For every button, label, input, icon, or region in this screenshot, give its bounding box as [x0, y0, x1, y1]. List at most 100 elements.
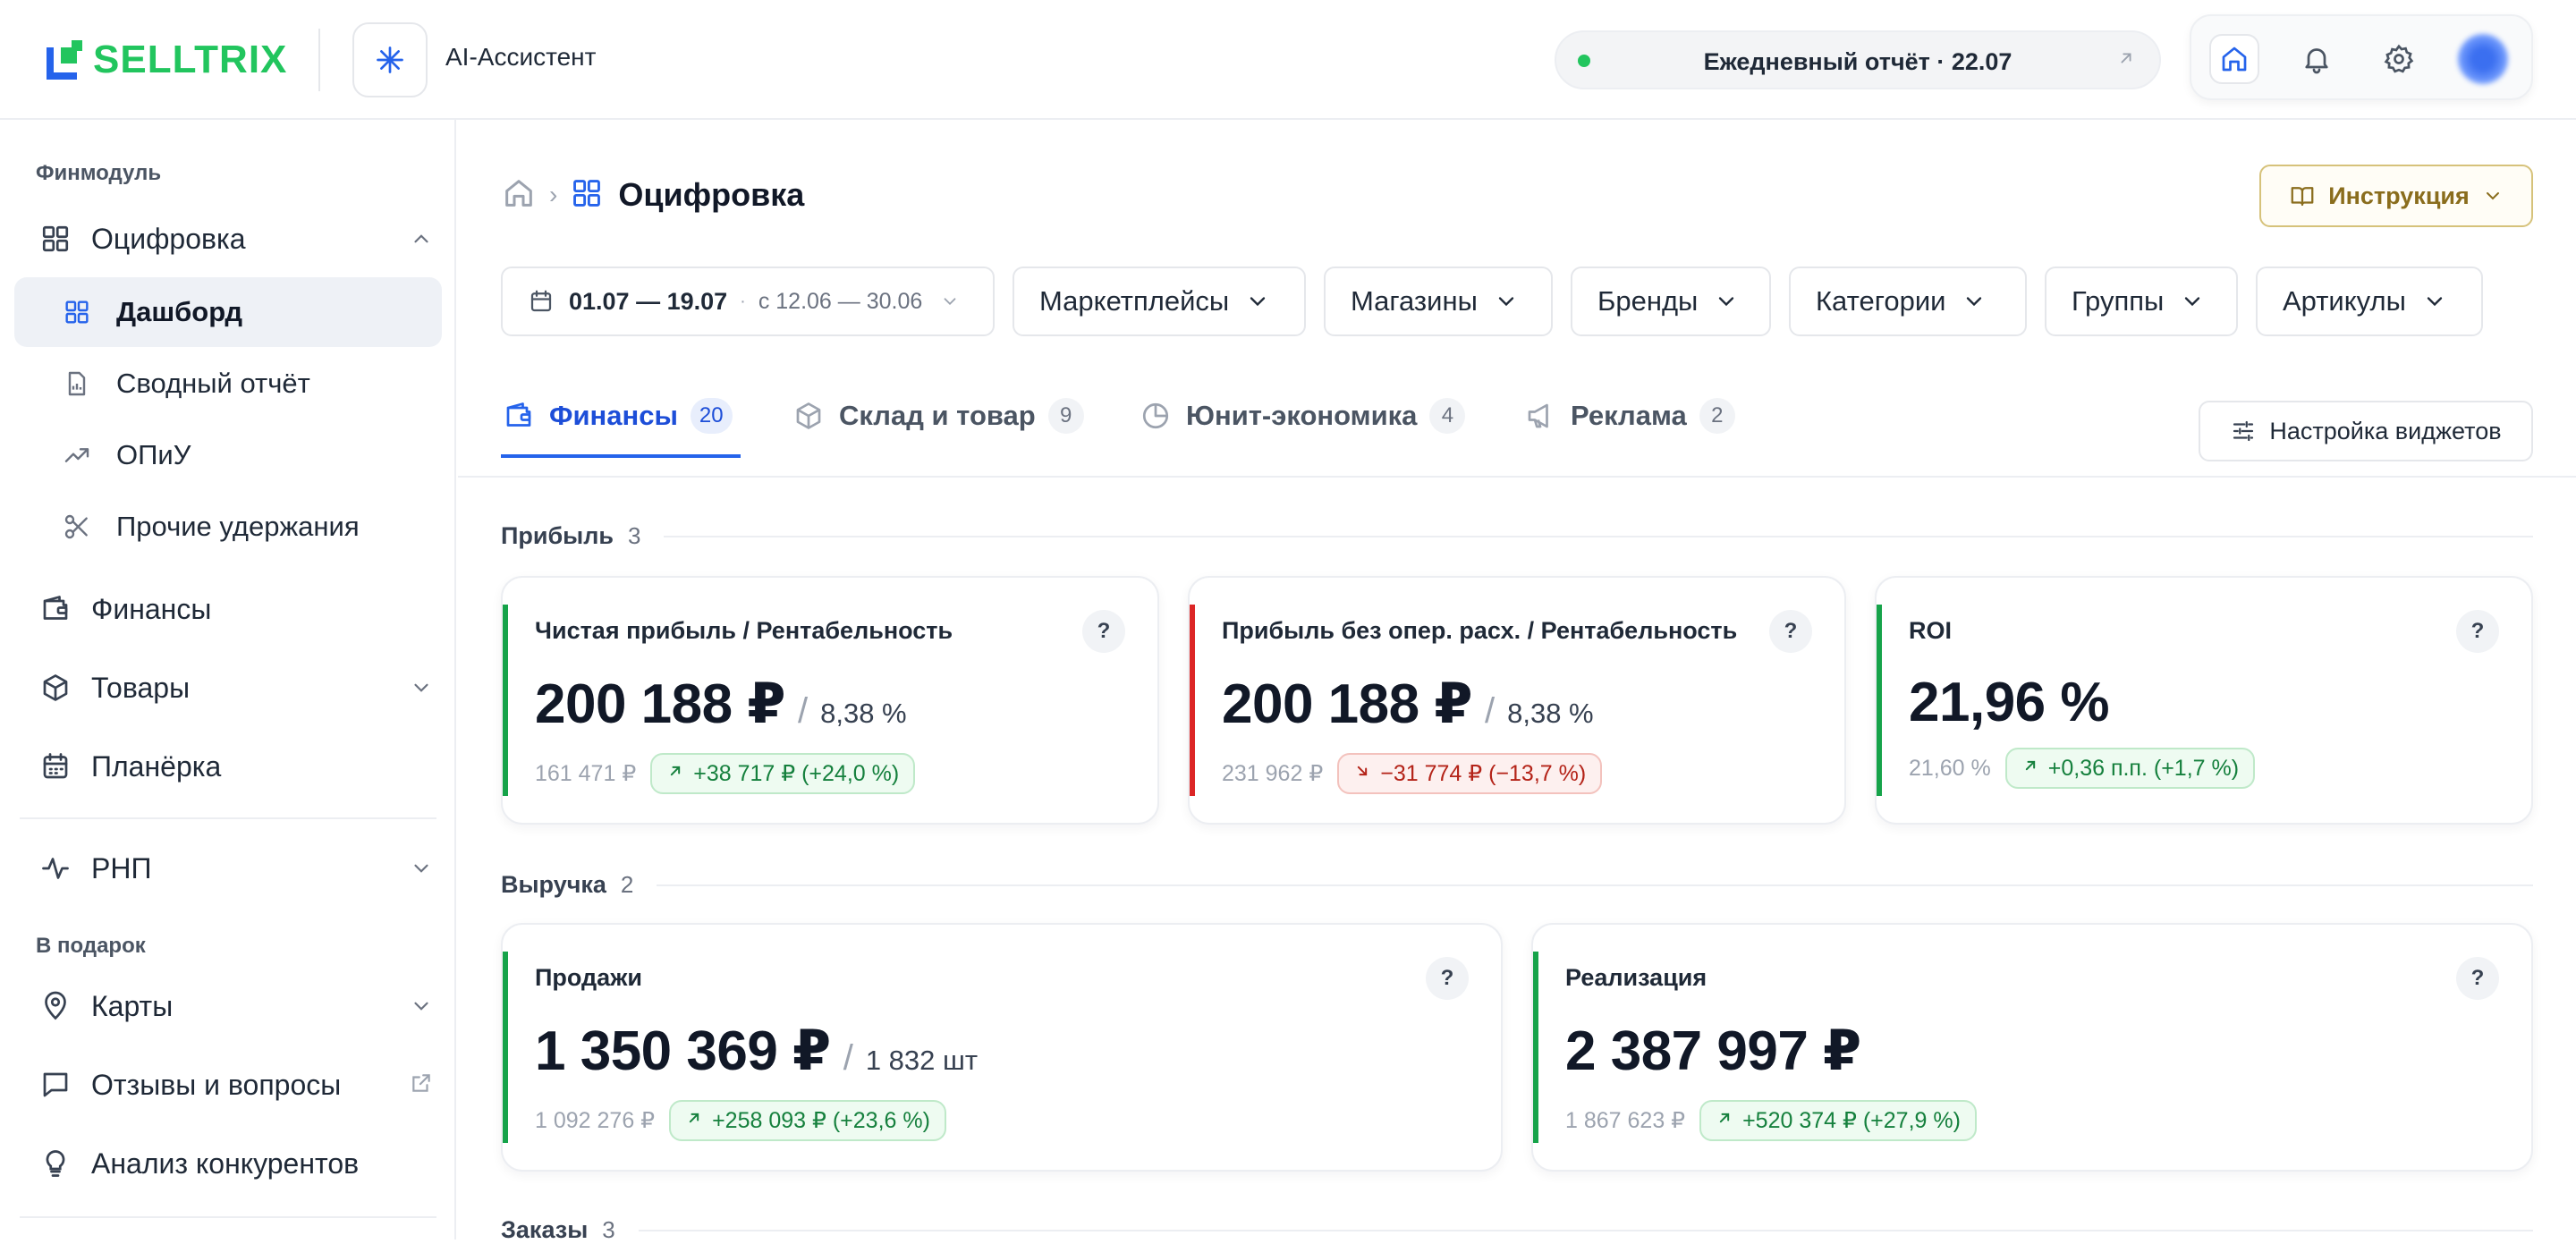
help-icon[interactable]: ? — [1769, 610, 1812, 653]
card-roi[interactable]: ROI ? 21,96 % 21,60 % +0,36 п.п. (+1,7 %… — [1875, 576, 2533, 825]
sidebar-item-dashboard[interactable]: Дашборд — [14, 277, 442, 347]
sparkle-icon — [377, 47, 403, 73]
group-divider — [638, 1229, 2533, 1231]
ai-assistant-button[interactable] — [352, 22, 428, 97]
chevron-down-icon — [410, 994, 433, 1022]
delta-badge: +38 717 ₽ (+24,0 %) — [650, 753, 916, 794]
sidebar-item-reviews[interactable]: Отзывы и вопросы — [14, 1050, 442, 1120]
help-icon[interactable]: ? — [1426, 957, 1469, 1000]
sidebar-item-competitors[interactable]: Анализ конкурентов — [14, 1129, 442, 1198]
sidebar-divider — [20, 1216, 436, 1218]
widget-settings-label: Настройка виджетов — [2269, 417, 2502, 444]
sidebar-item-label: Финансы — [91, 592, 212, 625]
help-icon[interactable]: ? — [1082, 610, 1125, 653]
group-header-revenue: Выручка 2 — [501, 871, 2533, 899]
card-net-profit[interactable]: Чистая прибыль / Рентабельность ? 200 18… — [501, 576, 1159, 825]
group-header-profit: Прибыль 3 — [501, 522, 2533, 550]
tab-count-badge: 9 — [1047, 398, 1084, 434]
delta-badge: −31 774 ₽ (−13,7 %) — [1337, 753, 1603, 794]
daily-report-button[interactable]: Ежедневный отчёт · 22.07 — [1555, 30, 2161, 89]
card-realization[interactable]: Реализация ? 2 387 997 ₽ 1 867 623 ₽ +52… — [1531, 923, 2533, 1172]
instruction-button[interactable]: Инструкция — [2259, 165, 2533, 227]
instruction-label: Инструкция — [2328, 182, 2470, 209]
wallet-icon — [501, 398, 537, 434]
sidebar-item-label: РНП — [91, 851, 152, 884]
card-prev-value: 231 962 ₽ — [1222, 761, 1324, 786]
card-main-value: 200 188 ₽ — [1222, 673, 1472, 735]
tab-ads[interactable]: Реклама 2 — [1522, 372, 1735, 460]
filter-groups[interactable]: Группы — [2045, 267, 2238, 336]
filter-categories[interactable]: Категории — [1789, 267, 2027, 336]
sidebar-item-finance[interactable]: Финансы — [14, 574, 442, 644]
card-value: 1 350 369 ₽ / 1 832 шт — [535, 1018, 978, 1083]
chevron-down-icon — [1498, 297, 1514, 307]
tab-unit-economics[interactable]: Юнит-экономика 4 — [1138, 372, 1466, 460]
sidebar-item-label: ОПиУ — [116, 439, 191, 470]
user-avatar[interactable] — [2458, 34, 2508, 84]
sidebar-item-label: Прочие удержания — [116, 511, 360, 542]
help-icon[interactable]: ? — [2456, 610, 2499, 653]
card-sales[interactable]: Продажи ? 1 350 369 ₽ / 1 832 шт 1 092 2… — [501, 923, 1503, 1172]
group-name: Заказы — [501, 1216, 589, 1243]
widget-settings-button[interactable]: Настройка виджетов — [2199, 401, 2533, 461]
date-range-value: 01.07 — 19.07 — [569, 287, 728, 315]
lightbulb-icon — [32, 1140, 79, 1187]
date-range-picker[interactable]: 01.07 — 19.07 · с 12.06 — 30.06 — [501, 267, 995, 336]
report-file-icon — [59, 366, 95, 402]
book-icon — [2291, 187, 2314, 207]
filter-label: Группы — [2072, 285, 2165, 317]
arrow-up-right-icon — [1716, 1109, 1733, 1132]
card-op-profit[interactable]: Прибыль без опер. расх. / Рентабельность… — [1188, 576, 1846, 825]
card-accent — [503, 952, 508, 1143]
main-content: › Оцифровка Инструкция 01.07 — 19.07 · с… — [458, 122, 2576, 1243]
card-value: 21,96 % — [1909, 671, 2110, 734]
card-title: Продажи — [535, 964, 642, 991]
sidebar-item-rnp[interactable]: РНП — [14, 834, 442, 903]
filter-articles[interactable]: Артикулы — [2256, 267, 2483, 336]
daily-report-label: Ежедневный отчёт · 22.07 — [1703, 48, 2012, 75]
tab-count-badge: 2 — [1699, 398, 1735, 434]
chevron-down-icon — [410, 676, 433, 704]
card-value: 200 188 ₽ / 8,38 % — [1222, 671, 1594, 736]
card-sub-value: 1 832 шт — [865, 1045, 979, 1076]
group-name: Выручка — [501, 871, 606, 898]
card-accent — [1190, 605, 1195, 796]
selltrix-logo[interactable]: SELLTRIX — [47, 38, 287, 82]
home-icon[interactable] — [501, 175, 537, 216]
sidebar-item-goods[interactable]: Товары — [14, 653, 442, 723]
pulse-icon — [32, 845, 79, 892]
grid-icon — [570, 176, 604, 215]
tab-finance[interactable]: Финансы 20 — [501, 372, 733, 460]
filter-brands[interactable]: Бренды — [1571, 267, 1771, 336]
card-title: Прибыль без опер. расх. / Рентабельность — [1222, 617, 1738, 644]
filter-label: Магазины — [1351, 285, 1478, 317]
filter-stores[interactable]: Магазины — [1324, 267, 1553, 336]
sidebar-item-opiu[interactable]: ОПиУ — [14, 420, 442, 490]
sidebar-item-planerka[interactable]: Планёрка — [14, 732, 442, 801]
group-divider — [657, 884, 2533, 886]
sidebar-item-other-deductions[interactable]: Прочие удержания — [14, 492, 442, 562]
arrow-down-right-icon — [1353, 762, 1371, 785]
chevron-down-icon — [2427, 297, 2443, 307]
sidebar-item-label: Карты — [91, 989, 174, 1022]
tab-count-badge: 4 — [1429, 398, 1466, 434]
notifications-button[interactable] — [2292, 34, 2342, 84]
home-button[interactable] — [2209, 34, 2259, 84]
ai-assistant-label[interactable]: AI-Ассистент — [445, 43, 596, 72]
sidebar-item-summary-report[interactable]: Сводный отчёт — [14, 349, 442, 419]
card-prev-value: 1 092 276 ₽ — [535, 1108, 656, 1133]
card-title: ROI — [1909, 617, 1953, 644]
map-pin-icon — [32, 983, 79, 1029]
tab-label: Реклама — [1571, 400, 1687, 431]
card-value: 2 387 997 ₽ — [1565, 1018, 1861, 1083]
sidebar-item-label: Планёрка — [91, 749, 222, 783]
filter-marketplaces[interactable]: Маркетплейсы — [1013, 267, 1306, 336]
sidebar-item-ocifrovka[interactable]: Оцифровка — [14, 204, 442, 274]
header-divider — [318, 29, 320, 91]
settings-button[interactable] — [2374, 34, 2424, 84]
tab-warehouse[interactable]: Склад и товар 9 — [791, 372, 1084, 460]
sidebar-item-maps[interactable]: Карты — [14, 971, 442, 1041]
chevron-down-icon — [410, 857, 433, 884]
help-icon[interactable]: ? — [2456, 957, 2499, 1000]
card-accent — [1877, 605, 1882, 796]
